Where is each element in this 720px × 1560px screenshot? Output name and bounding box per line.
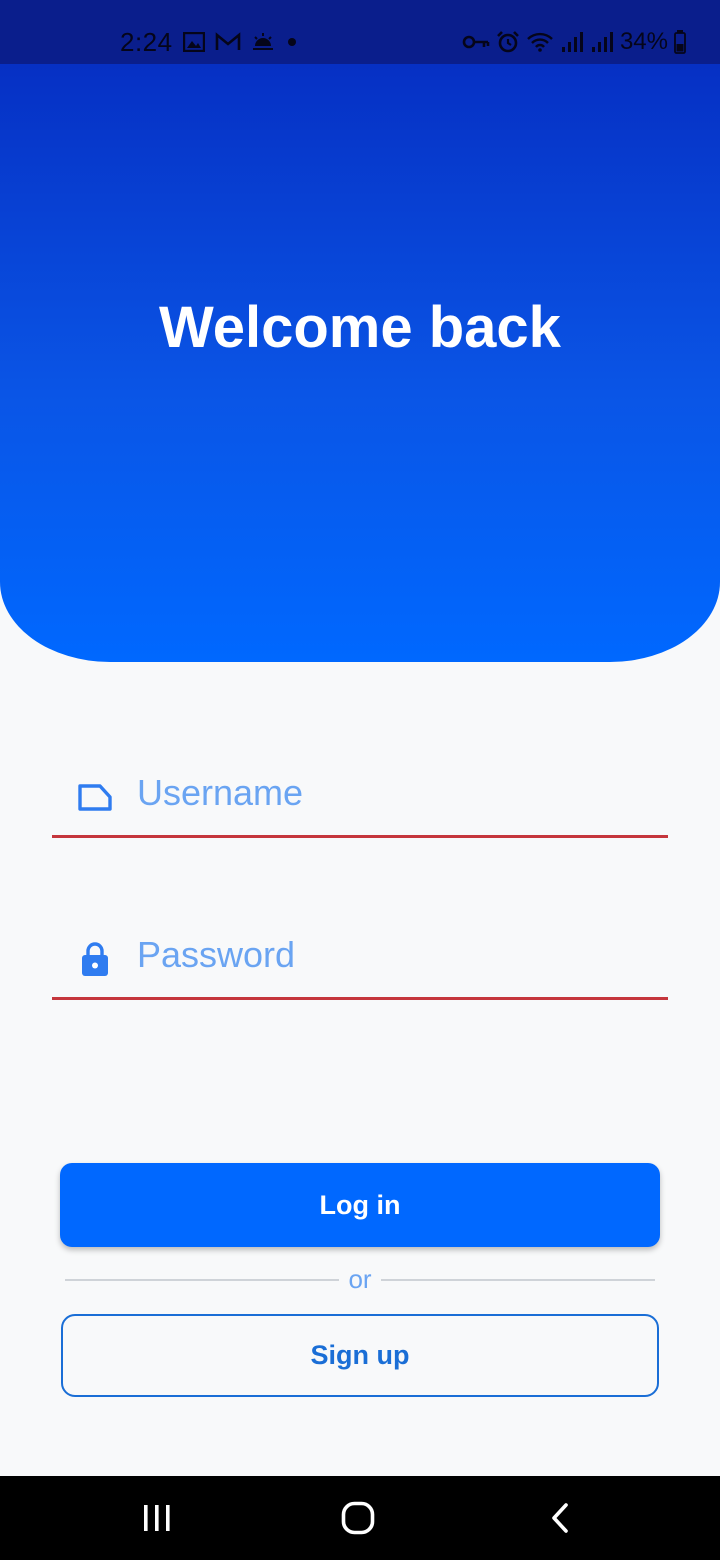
password-underline — [52, 997, 668, 1000]
recents-icon[interactable] — [97, 1476, 217, 1560]
status-left: 2:24 — [120, 22, 299, 62]
status-time: 2:24 — [120, 26, 173, 57]
page-title: Welcome back — [159, 295, 561, 360]
username-field[interactable]: Username — [52, 748, 668, 838]
status-bar: 2:24 34% — [0, 0, 720, 64]
battery-percent: 34% — [619, 28, 668, 55]
divider-line-right — [381, 1279, 655, 1281]
header-banner: Welcome back — [0, 64, 720, 662]
navigation-bar — [0, 1476, 720, 1560]
weather-icon — [251, 32, 275, 52]
vpn-key-icon — [462, 34, 490, 50]
signal-icon — [590, 31, 614, 53]
username-placeholder: Username — [137, 772, 304, 813]
password-field[interactable]: Password — [52, 910, 668, 1000]
lock-icon — [76, 940, 114, 978]
or-divider: or — [65, 1264, 655, 1296]
dot-icon — [285, 35, 299, 49]
gallery-icon — [182, 32, 205, 52]
alarm-icon — [496, 30, 520, 54]
signup-button[interactable]: Sign up — [61, 1314, 659, 1397]
label-icon — [76, 778, 114, 816]
signal-icon — [560, 31, 584, 53]
back-icon[interactable] — [500, 1476, 620, 1560]
login-button[interactable]: Log in — [60, 1163, 660, 1247]
status-right: 34% — [462, 22, 686, 62]
username-underline — [52, 835, 668, 838]
wifi-icon — [526, 31, 554, 53]
battery-icon — [674, 30, 686, 54]
home-icon[interactable] — [298, 1476, 418, 1560]
gmail-icon — [215, 32, 241, 52]
password-placeholder: Password — [137, 934, 296, 975]
